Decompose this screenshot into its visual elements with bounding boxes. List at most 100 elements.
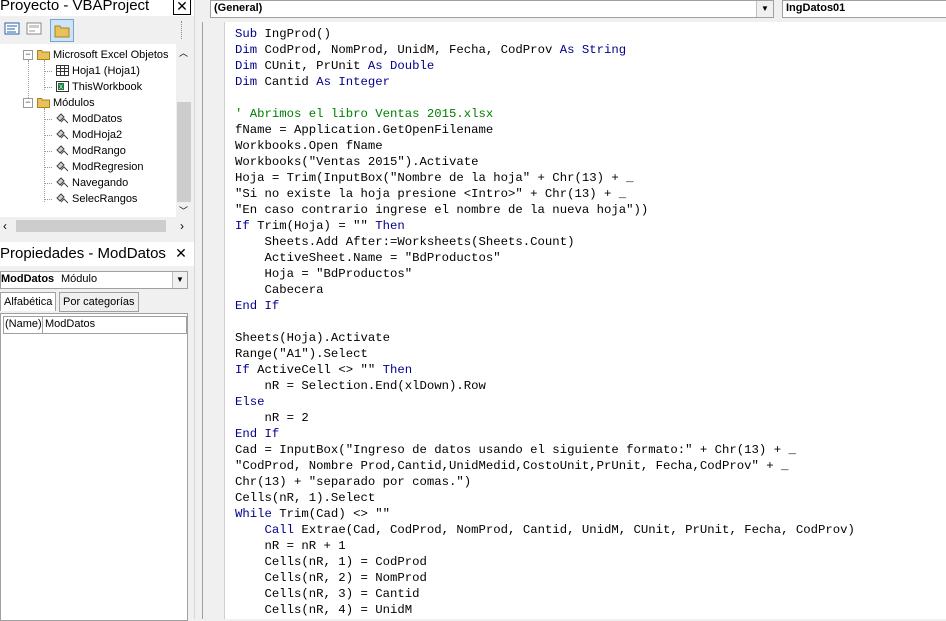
code-line[interactable]: Cad = InputBox("Ingreso de datos usando …	[235, 442, 945, 458]
code-line[interactable]: nR = Selection.End(xlDown).Row	[235, 378, 945, 394]
code-text: fName = Application.GetOpenFilename	[235, 123, 494, 137]
code-lines[interactable]: Sub IngProd() Dim CodProd, NomProd, UnidM…	[235, 26, 945, 618]
project-close-button[interactable]: ✕	[173, 0, 191, 15]
scroll-down-icon[interactable]: ﹀	[179, 204, 188, 217]
tab-alphabetic[interactable]: Alfabética	[0, 292, 57, 311]
code-line[interactable]: nR = 2	[235, 410, 945, 426]
code-line[interactable]: Workbooks.Open fName	[235, 138, 945, 154]
code-text: Cantid	[264, 75, 317, 89]
code-line[interactable]: ActiveSheet.Name = "BdProductos"	[235, 250, 945, 266]
tree-horizontal-scrollbar[interactable]: ‹ ›	[0, 217, 192, 235]
scroll-up-icon[interactable]: ︿	[179, 46, 188, 59]
tree-item-moddatos[interactable]: ModDatos	[56, 111, 122, 127]
code-line[interactable]: Cells(nR, 2) = NomProd	[235, 570, 945, 586]
code-margin-indicator-bar[interactable]	[203, 22, 225, 619]
tree-item-label: ModRango	[72, 145, 126, 157]
code-line[interactable]: End If	[235, 426, 945, 442]
sheet-icon	[56, 65, 69, 76]
code-line[interactable]: nR = nR + 1	[235, 538, 945, 554]
module-icon	[56, 161, 69, 172]
code-line[interactable]: Dim CodProd, NomProd, UnidM, Fecha, CodP…	[235, 42, 945, 58]
tree-guide	[44, 135, 52, 136]
chevron-down-icon[interactable]: ▼	[172, 272, 187, 288]
tree-item-selecrangos[interactable]: SelecRangos	[56, 191, 137, 207]
tree-item-hoja1[interactable]: Hoja1 (Hoja1)	[56, 63, 140, 79]
code-line[interactable]: Sheets.Add After:=Worksheets(Sheets.Coun…	[235, 234, 945, 250]
code-line[interactable]: Call Extrae(Cad, CodProd, NomProd, Canti…	[235, 522, 945, 538]
panel-splitter[interactable]	[194, 0, 202, 619]
code-line[interactable]: "CodProd, Nombre Prod,Cantid,UnidMedid,C…	[235, 458, 945, 474]
procedure-combo[interactable]: IngDatos01	[782, 0, 946, 18]
properties-titlebar: Propiedades - ModDatos ✕	[0, 242, 194, 266]
code-keyword: Dim	[235, 59, 265, 73]
object-type: Módulo	[61, 273, 98, 285]
code-line[interactable]: While Trim(Cad) <> ""	[235, 506, 945, 522]
code-line[interactable]: Chr(13) + "separado por comas.")	[235, 474, 945, 490]
tree-item-thisworkbook[interactable]: X ThisWorkbook	[56, 79, 142, 95]
code-line[interactable]: Cells(nR, 4) = UnidM	[235, 602, 945, 618]
code-line[interactable]: "Si no existe la hoja presione <Intro>" …	[235, 186, 945, 202]
code-line[interactable]: Cells(nR, 3) = Cantid	[235, 586, 945, 602]
code-line[interactable]: If Trim(Hoja) = "" Then	[235, 218, 945, 234]
tree-item-modhoja2[interactable]: ModHoja2	[56, 127, 122, 143]
code-line[interactable]	[235, 314, 945, 330]
property-row[interactable]: (Name) ModDatos	[3, 316, 187, 334]
view-code-icon[interactable]	[4, 21, 20, 36]
scroll-thumb[interactable]	[16, 220, 166, 232]
chevron-down-icon[interactable]: ▼	[756, 1, 773, 17]
code-keyword: End If	[235, 299, 280, 313]
scroll-left-icon[interactable]: ‹	[3, 219, 7, 233]
code-text: "En caso contrario ingrese el nombre de …	[235, 203, 649, 217]
properties-close-button[interactable]: ✕	[173, 246, 189, 261]
code-line[interactable]	[235, 90, 945, 106]
code-text: ActiveCell <> ""	[257, 363, 383, 377]
toggle-folders-button[interactable]	[50, 19, 74, 42]
code-keyword: If	[235, 219, 258, 233]
tree-folder-modules[interactable]: Módulos	[37, 95, 95, 111]
tree-item-modregresion[interactable]: ModRegresion	[56, 159, 144, 175]
code-keyword: While	[235, 507, 280, 521]
tree-vertical-scrollbar[interactable]: ︿ ﹀	[176, 44, 192, 217]
scroll-right-icon[interactable]: ›	[180, 219, 184, 233]
code-line[interactable]: If ActiveCell <> "" Then	[235, 362, 945, 378]
object-combo[interactable]: (General) ▼	[210, 0, 774, 18]
code-line[interactable]: Else	[235, 394, 945, 410]
code-line[interactable]: Hoja = "BdProductos"	[235, 266, 945, 282]
code-text: nR = 2	[235, 411, 309, 425]
tree-item-navegando[interactable]: Navegando	[56, 175, 128, 191]
code-line[interactable]: fName = Application.GetOpenFilename	[235, 122, 945, 138]
code-line[interactable]: ' Abrimos el libro Ventas 2015.xlsx	[235, 106, 945, 122]
code-text: nR = Selection.End(xlDown).Row	[235, 379, 486, 393]
code-line[interactable]: Cells(nR, 1) = CodProd	[235, 554, 945, 570]
expand-toggle[interactable]: −	[23, 50, 33, 60]
code-line[interactable]: Hoja = Trim(InputBox("Nombre de la hoja"…	[235, 170, 945, 186]
tree-item-label: Navegando	[72, 177, 129, 189]
code-line[interactable]: Cabecera	[235, 282, 945, 298]
scroll-thumb[interactable]	[177, 102, 191, 202]
code-line[interactable]: Dim Cantid As Integer	[235, 74, 945, 90]
module-icon	[56, 113, 69, 124]
tree-guide	[44, 151, 52, 152]
code-text: CUnit, PrUnit	[264, 59, 368, 73]
code-text: Hoja = Trim(InputBox("Nombre de la hoja"…	[235, 171, 634, 185]
code-text: Hoja = "BdProductos"	[235, 267, 413, 281]
code-keyword: Sub	[235, 27, 265, 41]
view-object-icon[interactable]	[26, 21, 42, 36]
code-line[interactable]: Sheets(Hoja).Activate	[235, 330, 945, 346]
workbook-icon: X	[56, 81, 69, 92]
code-line[interactable]: Cells(nR, 1).Select	[235, 490, 945, 506]
code-keyword: Dim	[235, 75, 265, 89]
code-line[interactable]: Range("A1").Select	[235, 346, 945, 362]
code-line[interactable]: Sub IngProd()	[235, 26, 945, 42]
property-value[interactable]: ModDatos	[45, 318, 95, 330]
code-line[interactable]: End If	[235, 298, 945, 314]
code-line[interactable]: "En caso contrario ingrese el nombre de …	[235, 202, 945, 218]
tree-folder-excel-objects[interactable]: Microsoft Excel Objetos	[37, 47, 169, 63]
tree-item-label: Microsoft Excel Objetos	[53, 49, 169, 61]
code-line[interactable]: Workbooks("Ventas 2015").Activate	[235, 154, 945, 170]
expand-toggle[interactable]: −	[23, 98, 33, 108]
properties-object-select[interactable]: ModDatos Módulo ▼	[0, 271, 188, 289]
code-line[interactable]: Dim CUnit, PrUnit As Double	[235, 58, 945, 74]
tab-by-category[interactable]: Por categorías	[59, 292, 139, 312]
tree-item-modrango[interactable]: ModRango	[56, 143, 126, 159]
